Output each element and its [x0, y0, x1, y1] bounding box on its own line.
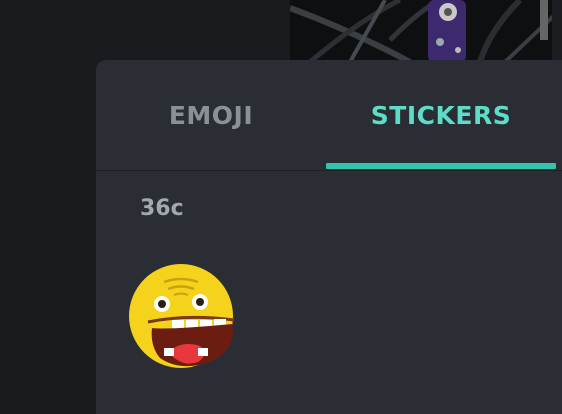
background-photo [290, 0, 562, 62]
sticker-pack-title: 36c [140, 196, 184, 221]
sticker-item[interactable] [128, 262, 240, 370]
grinning-face-sticker-icon [129, 264, 235, 368]
tab-emoji[interactable]: EMOJI [96, 60, 326, 170]
app-stage: EMOJI STICKERS 36c [0, 0, 562, 414]
background-photo-art [290, 0, 562, 62]
tab-stickers[interactable]: STICKERS [326, 60, 556, 170]
tab-emoji-label: EMOJI [168, 100, 254, 130]
picker-tabs: EMOJI STICKERS [96, 60, 562, 171]
sticker-picker-panel: EMOJI STICKERS 36c [96, 60, 562, 414]
tab-stickers-label: STICKERS [370, 100, 512, 130]
active-tab-indicator [326, 163, 556, 169]
